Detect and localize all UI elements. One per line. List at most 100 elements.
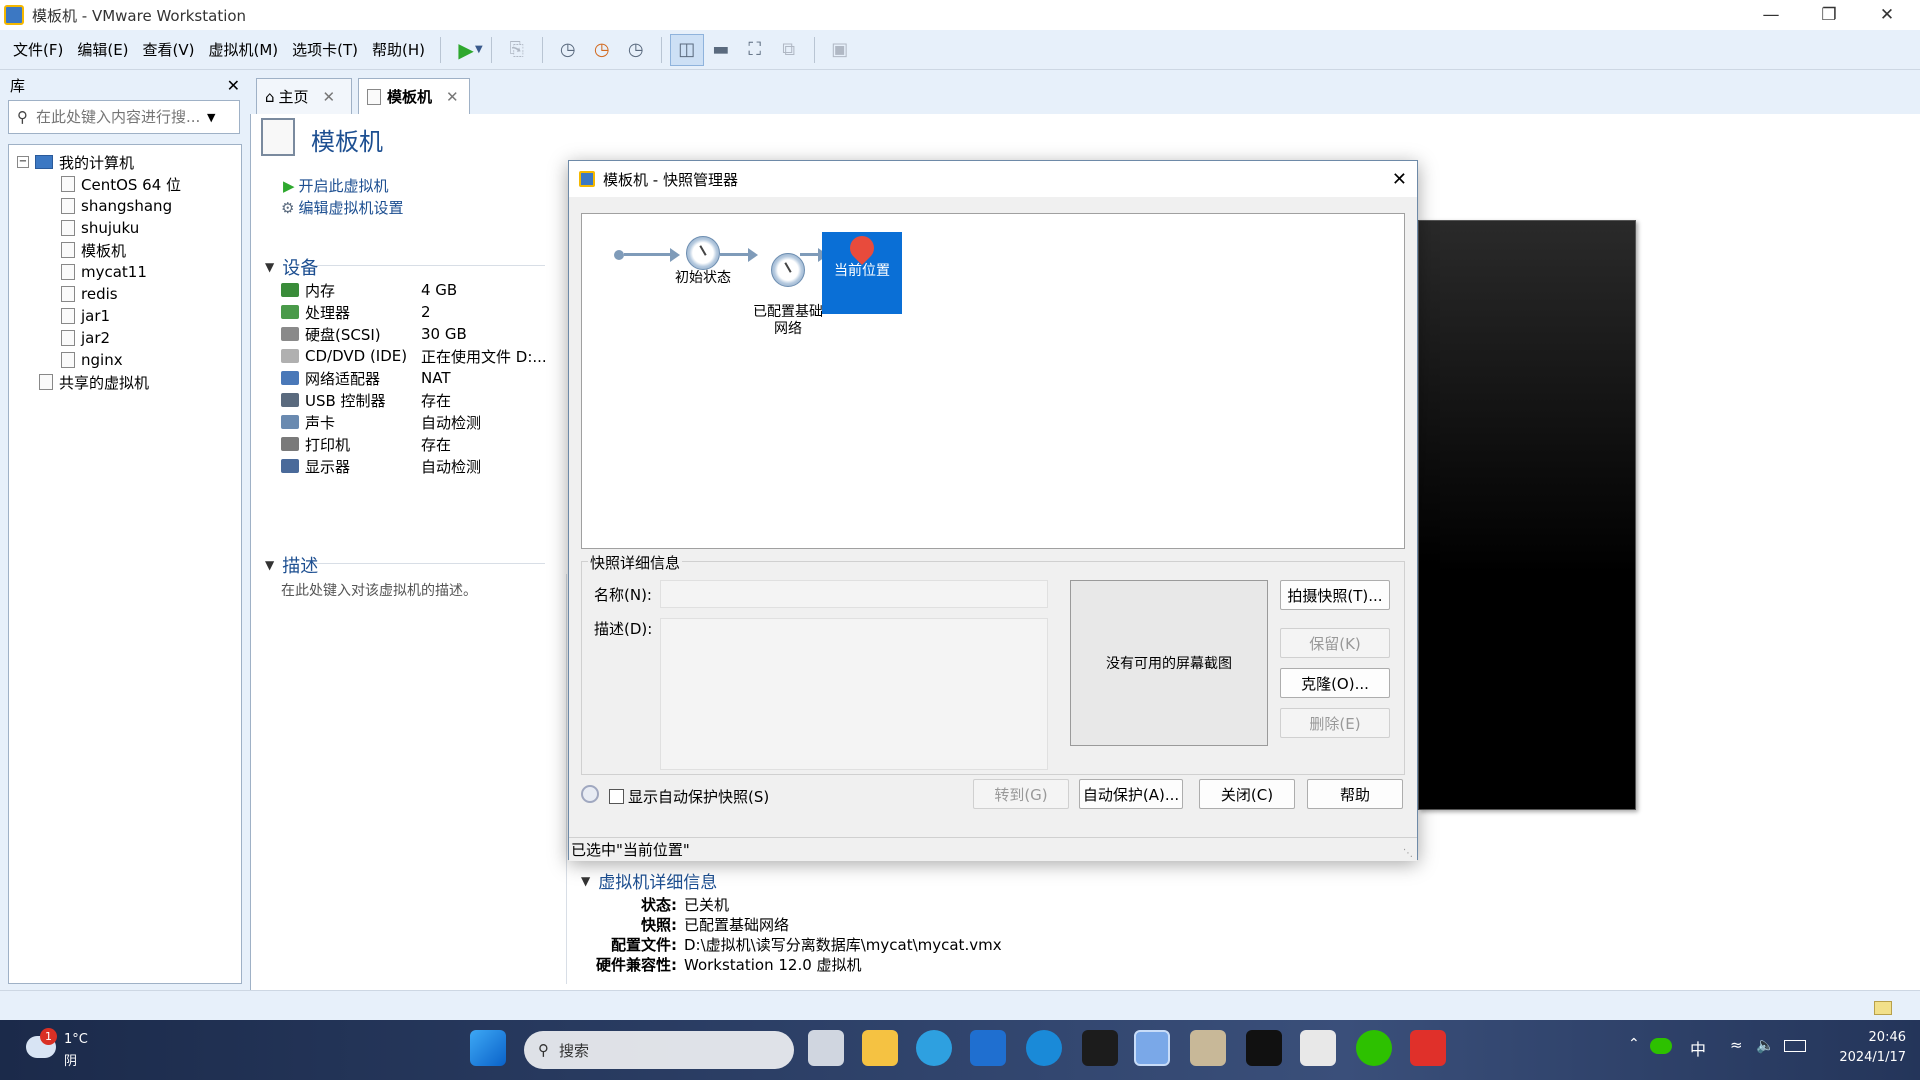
store-icon[interactable]	[970, 1030, 1006, 1066]
volume-icon[interactable]: 🔈	[1756, 1036, 1775, 1054]
console-view-icon[interactable]: ▬	[704, 34, 738, 66]
clock-time[interactable]: 20:46	[1830, 1030, 1906, 1045]
unity-icon[interactable]: ⧉	[772, 34, 806, 66]
close-library-icon[interactable]: ✕	[227, 76, 240, 95]
collapse-icon[interactable]: −	[17, 156, 29, 168]
description-placeholder[interactable]: 在此处键入对该虚拟机的描述。	[281, 580, 477, 600]
close-window-button[interactable]: ✕	[1858, 0, 1916, 30]
snapshot-tree[interactable]: 初始状态 已配置基础 网络 当前位置	[581, 213, 1405, 549]
remote-app-icon[interactable]	[1190, 1030, 1226, 1066]
library-panel: 库 ✕ ⚲ ▼ − 我的计算机 CentOS 64 位 shangshang s…	[0, 70, 250, 990]
device-row[interactable]: CD/DVD (IDE) 正在使用文件 D:...	[281, 345, 547, 367]
tree-vm-item[interactable]: redis	[61, 283, 118, 305]
autoprotect-button[interactable]: 自动保护(A)...	[1079, 779, 1183, 809]
power-dropdown-icon[interactable]: ▼	[475, 44, 483, 55]
menu-vm[interactable]: 虚拟机(M)	[202, 39, 286, 60]
library-search-input[interactable]	[36, 108, 201, 126]
edge-dev-icon[interactable]	[916, 1030, 952, 1066]
snipping-tool-icon[interactable]	[1300, 1030, 1336, 1066]
tree-vm-item[interactable]: mycat11	[61, 261, 147, 283]
description-section-header[interactable]: ▼ 描述	[265, 552, 318, 578]
thumbnail-view-icon[interactable]: ▣	[823, 34, 857, 66]
wechat-icon[interactable]	[1356, 1030, 1392, 1066]
library-search-box[interactable]: ⚲ ▼	[8, 100, 240, 134]
menu-view[interactable]: 查看(V)	[136, 39, 202, 60]
tab-vm[interactable]: 模板机 ✕	[358, 78, 470, 114]
device-row[interactable]: 声卡 自动检测	[281, 411, 481, 433]
snapshot-name-field[interactable]	[660, 580, 1048, 608]
tree-vm-item[interactable]: 模板机	[61, 239, 126, 261]
clone-button[interactable]: 克隆(O)...	[1280, 668, 1390, 698]
menu-file[interactable]: 文件(F)	[6, 39, 70, 60]
snapshot-node-current[interactable]: 当前位置	[822, 231, 902, 314]
tab-home[interactable]: ⌂ 主页 ✕	[256, 78, 352, 114]
tree-vm-item[interactable]: jar2	[61, 327, 110, 349]
snapshot-revert-icon[interactable]: ◷	[585, 34, 619, 66]
tray-chevron-icon[interactable]: ⌃	[1628, 1036, 1640, 1052]
vmware-taskbar-icon[interactable]	[1134, 1030, 1170, 1066]
help-button[interactable]: 帮助	[1307, 779, 1403, 809]
send-keys-icon[interactable]: ⎘	[500, 34, 534, 66]
menu-help[interactable]: 帮助(H)	[365, 39, 432, 60]
device-row[interactable]: 网络适配器 NAT	[281, 367, 450, 389]
wechat-tray-icon[interactable]	[1650, 1038, 1672, 1054]
wifi-icon[interactable]: ≈	[1730, 1036, 1743, 1054]
notification-badge: 1	[40, 1028, 57, 1045]
device-row[interactable]: 内存 4 GB	[281, 279, 457, 301]
keep-button[interactable]: 保留(K)	[1280, 628, 1390, 658]
snapshot-description-field[interactable]	[660, 618, 1048, 770]
close-tab-icon[interactable]: ✕	[323, 88, 336, 106]
tree-shared-vms[interactable]: 共享的虚拟机	[39, 371, 149, 393]
close-tab-icon[interactable]: ✕	[446, 88, 459, 106]
device-row[interactable]: 打印机 存在	[281, 433, 451, 455]
show-autoprotect-checkbox[interactable]: 显示自动保护快照(S)	[609, 786, 769, 807]
app-red-icon[interactable]	[1410, 1030, 1446, 1066]
device-row[interactable]: 硬盘(SCSI) 30 GB	[281, 323, 467, 345]
snapshot-manager-icon[interactable]: ◷	[619, 34, 653, 66]
checkbox-box[interactable]	[609, 789, 624, 804]
minimize-button[interactable]: —	[1742, 0, 1800, 30]
tree-vm-item[interactable]: shujuku	[61, 217, 139, 239]
start-button-icon[interactable]	[470, 1030, 506, 1066]
taskbar-search[interactable]: ⚲ 搜索	[524, 1031, 794, 1069]
tree-vm-item[interactable]: jar1	[61, 305, 110, 327]
device-row[interactable]: 显示器 自动检测	[281, 455, 481, 477]
devices-section-header[interactable]: ▼ 设备	[265, 254, 318, 280]
menu-edit[interactable]: 编辑(E)	[70, 39, 135, 60]
clock-date[interactable]: 2024/1/17	[1830, 1050, 1906, 1065]
weather-condition[interactable]: 阴	[64, 1050, 77, 1069]
tree-vm-item[interactable]: CentOS 64 位	[61, 173, 181, 195]
delete-button[interactable]: 删除(E)	[1280, 708, 1390, 738]
ime-indicator[interactable]: 中	[1690, 1036, 1706, 1060]
device-row[interactable]: USB 控制器 存在	[281, 389, 451, 411]
menu-tabs[interactable]: 选项卡(T)	[285, 39, 365, 60]
search-dropdown-icon[interactable]: ▼	[207, 111, 215, 124]
file-explorer-icon[interactable]	[862, 1030, 898, 1066]
snapshot-node-initial[interactable]: 初始状态	[668, 236, 738, 287]
edit-vm-settings-link[interactable]: ⚙ 编辑虚拟机设置	[281, 197, 403, 218]
resize-grip-icon[interactable]: ⋱	[1403, 848, 1413, 859]
vm-screen-preview[interactable]	[1418, 220, 1636, 810]
tree-vm-item[interactable]: shangshang	[61, 195, 172, 217]
tree-vm-item[interactable]: nginx	[61, 349, 123, 371]
tree-my-computer[interactable]: − 我的计算机	[17, 151, 134, 173]
battery-icon[interactable]	[1784, 1040, 1806, 1052]
library-view-icon[interactable]: ◫	[669, 33, 704, 66]
unity-app-icon[interactable]	[1082, 1030, 1118, 1066]
take-snapshot-button[interactable]: 拍摄快照(T)...	[1280, 580, 1390, 610]
goto-button[interactable]: 转到(G)	[973, 779, 1069, 809]
terminal-icon[interactable]	[1246, 1030, 1282, 1066]
snapshot-take-icon[interactable]: ◷	[551, 34, 585, 66]
dialog-close-icon[interactable]: ✕	[1392, 169, 1407, 190]
task-view-icon[interactable]	[808, 1030, 844, 1066]
show-autoprotect-label: 显示自动保护快照(S)	[628, 788, 770, 806]
fullscreen-icon[interactable]: ⛶	[738, 34, 772, 66]
restore-button[interactable]: ❐	[1800, 0, 1858, 30]
start-vm-link[interactable]: ▶ 开启此虚拟机	[283, 175, 389, 196]
message-log-icon[interactable]	[1874, 1001, 1892, 1015]
vm-details-header[interactable]: ▼ 虚拟机详细信息	[581, 868, 717, 893]
dialog-close-button[interactable]: 关闭(C)	[1199, 779, 1295, 809]
edge-icon[interactable]	[1026, 1030, 1062, 1066]
weather-temperature[interactable]: 1°C	[64, 1032, 88, 1047]
device-row[interactable]: 处理器 2	[281, 301, 431, 323]
